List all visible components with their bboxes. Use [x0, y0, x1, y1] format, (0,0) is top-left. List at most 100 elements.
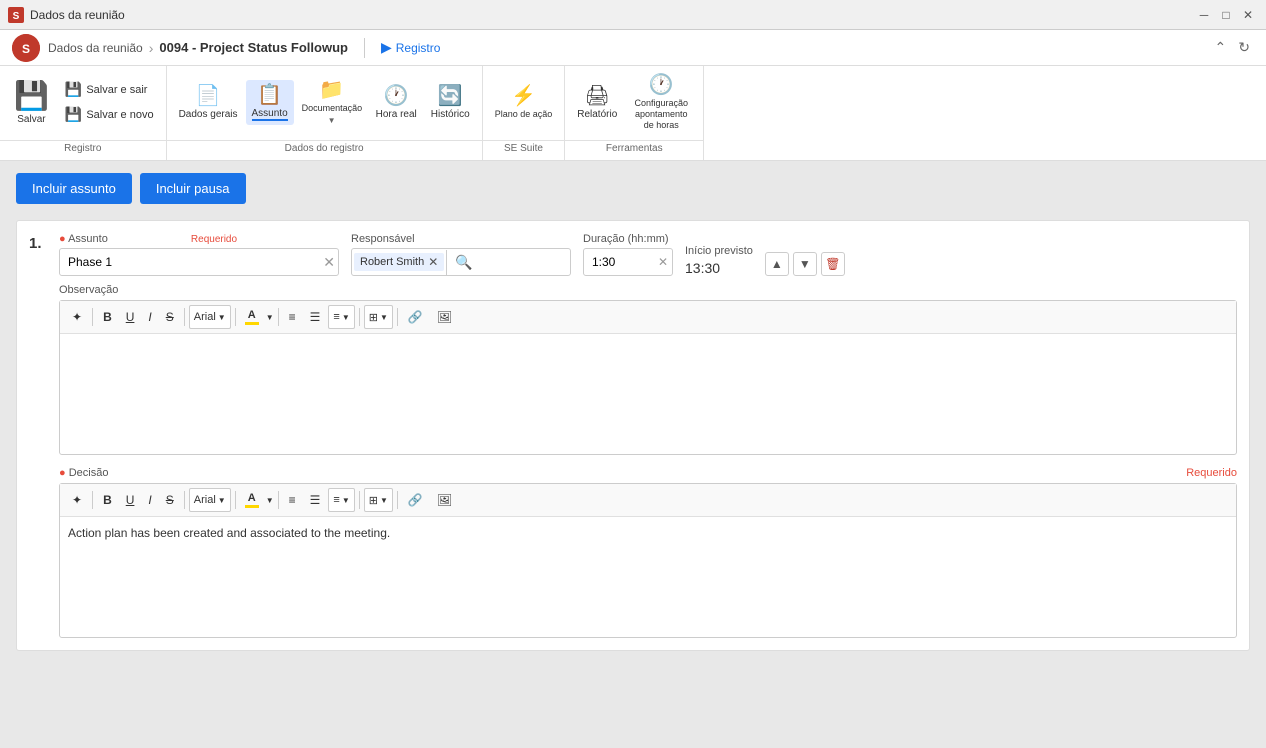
- toolbar-sep-4: [278, 308, 279, 326]
- responsavel-tag: Robert Smith ✕: [354, 253, 444, 271]
- ribbon-group-dados-label: Dados do registro: [167, 140, 482, 156]
- header-right-controls: ⌃ ↻: [1211, 35, 1254, 60]
- decisao-editor-body[interactable]: Action plan has been created and associa…: [60, 517, 1236, 637]
- decisao-toolbar-sep-4: [278, 491, 279, 509]
- breadcrumb-parent: Dados da reunião: [48, 41, 143, 55]
- text-color-arrow[interactable]: ▼: [266, 313, 274, 322]
- toolbar-magic-button[interactable]: ✦: [66, 305, 88, 329]
- assunto-clear-button[interactable]: ✕: [323, 254, 335, 271]
- decisao-table-icon: ⊞: [369, 494, 378, 507]
- decisao-toolbar-ol-button[interactable]: ☰: [304, 488, 327, 512]
- toolbar-image-button[interactable]: 🖼: [431, 305, 458, 329]
- decisao-table-arrow: ▼: [380, 496, 388, 505]
- ribbon-btn-configuracao[interactable]: 🕐 Configuração apontamento de horas: [625, 70, 697, 134]
- relatorio-icon: 🖨: [585, 85, 610, 107]
- app-logo: S: [12, 34, 40, 62]
- observacao-editor-body[interactable]: [60, 334, 1236, 454]
- decisao-toolbar-color-button[interactable]: A: [240, 488, 264, 512]
- toolbar-list-ol-button[interactable]: ☰: [304, 305, 327, 329]
- responsavel-search-button[interactable]: 🔍: [446, 250, 480, 275]
- toolbar-italic-button[interactable]: I: [142, 305, 157, 329]
- minimize-button[interactable]: ─: [1194, 5, 1214, 25]
- move-down-button[interactable]: ▼: [793, 252, 817, 276]
- ribbon-btn-salvar[interactable]: 💾 Salvar: [6, 75, 57, 129]
- registro-label: Registro: [396, 41, 441, 55]
- content-area: Incluir assunto Incluir pausa 1. ● Assun…: [0, 161, 1266, 748]
- observacao-label: Observação: [59, 284, 1237, 296]
- app-header: S Dados da reunião › 0094 - Project Stat…: [0, 30, 1266, 66]
- responsavel-remove-button[interactable]: ✕: [428, 255, 438, 269]
- decisao-required-label: Requerido: [1186, 467, 1237, 479]
- inicio-field-group: Início previsto 13:30: [685, 245, 753, 276]
- toolbar-bold-button[interactable]: B: [97, 305, 118, 329]
- decisao-toolbar-bold-button[interactable]: B: [97, 488, 118, 512]
- decisao-toolbar-link-button[interactable]: 🔗: [402, 488, 429, 512]
- assunto-label: Assunto: [252, 108, 288, 121]
- save-icon: 💾: [14, 79, 49, 112]
- assunto-input[interactable]: [59, 248, 339, 276]
- font-dropdown-arrow: ▼: [218, 313, 226, 322]
- decisao-toolbar-strike-button[interactable]: S: [160, 488, 180, 512]
- play-icon: ▶: [381, 39, 392, 56]
- registro-link[interactable]: ▶ Registro: [381, 39, 440, 56]
- decisao-color-bar: [245, 505, 259, 508]
- decisao-toolbar-italic-button[interactable]: I: [142, 488, 157, 512]
- decisao-editor: ✦ B U I S Arial ▼: [59, 483, 1237, 638]
- responsavel-name: Robert Smith: [360, 256, 424, 268]
- incluir-pausa-button[interactable]: Incluir pausa: [140, 173, 246, 204]
- title-bar: S Dados da reunião ─ □ ✕: [0, 0, 1266, 30]
- decisao-toolbar-underline-button[interactable]: U: [120, 488, 141, 512]
- ribbon: 💾 Salvar 💾 Salvar e sair 💾 Salvar e novo…: [0, 66, 1266, 161]
- toolbar-align-dropdown[interactable]: ≡ ▼: [328, 305, 354, 329]
- ribbon-btn-relatorio[interactable]: 🖨 Relatório: [571, 81, 623, 124]
- ribbon-btn-plano-de-acao[interactable]: ⚡ Plano de ação: [489, 81, 559, 124]
- svg-text:S: S: [22, 42, 30, 56]
- ribbon-btn-salvar-e-novo[interactable]: 💾 Salvar e novo: [59, 103, 160, 126]
- decisao-toolbar-image-button[interactable]: 🖼: [431, 488, 458, 512]
- decisao-toolbar-align-dropdown[interactable]: ≡ ▼: [328, 488, 354, 512]
- toolbar-table-dropdown[interactable]: ⊞ ▼: [364, 305, 393, 329]
- duracao-clear-button[interactable]: ✕: [654, 255, 672, 269]
- decisao-toolbar-ul-button[interactable]: ≡: [283, 488, 302, 512]
- nav-up-button[interactable]: ⌃: [1211, 35, 1231, 60]
- ribbon-btn-documentacao[interactable]: 📁 Documentação ▼: [296, 75, 368, 129]
- ribbon-btn-dados-gerais[interactable]: 📄 Dados gerais: [173, 81, 244, 124]
- ribbon-group-ferramentas: 🖨 Relatório 🕐 Configuração apontamento d…: [565, 66, 704, 160]
- ribbon-btn-assunto[interactable]: 📋 Assunto: [246, 80, 294, 125]
- ribbon-group-registro-label: Registro: [0, 140, 166, 156]
- decisao-color-arrow[interactable]: ▼: [266, 496, 274, 505]
- decisao-toolbar-sep-3: [235, 491, 236, 509]
- duracao-field-label: Duração (hh:mm): [583, 233, 669, 245]
- toolbar-font-dropdown[interactable]: Arial ▼: [189, 305, 231, 329]
- save-label: Salvar: [17, 114, 45, 125]
- ribbon-btn-historico[interactable]: 🔄 Histórico: [425, 81, 476, 124]
- decisao-required-dot: ●: [59, 467, 69, 479]
- refresh-button[interactable]: ↻: [1234, 35, 1254, 60]
- assunto-required-dot: ●: [59, 233, 68, 245]
- duracao-field-group: Duração (hh:mm) ✕: [583, 233, 673, 276]
- toolbar-strikethrough-button[interactable]: S: [160, 305, 180, 329]
- decisao-text: Action plan has been created and associa…: [68, 526, 390, 540]
- toolbar-underline-button[interactable]: U: [120, 305, 141, 329]
- decisao-toolbar-table-dropdown[interactable]: ⊞ ▼: [364, 488, 393, 512]
- toolbar-text-color-button[interactable]: A: [240, 305, 264, 329]
- decisao-toolbar-font-dropdown[interactable]: Arial ▼: [189, 488, 231, 512]
- ribbon-btn-salvar-e-sair[interactable]: 💾 Salvar e sair: [59, 78, 160, 101]
- ribbon-group-dados: 📄 Dados gerais 📋 Assunto 📁 Documentação …: [167, 66, 483, 160]
- ribbon-btn-hora-real[interactable]: 🕐 Hora real: [370, 81, 423, 124]
- delete-button[interactable]: 🗑: [821, 252, 845, 276]
- item-controls: ▲ ▼ 🗑: [765, 252, 845, 276]
- observacao-editor: ✦ B U I S Arial ▼: [59, 300, 1237, 455]
- close-button[interactable]: ✕: [1238, 5, 1258, 25]
- historico-label: Histórico: [431, 109, 470, 120]
- decisao-toolbar-magic-button[interactable]: ✦: [66, 488, 88, 512]
- incluir-assunto-button[interactable]: Incluir assunto: [16, 173, 132, 204]
- toolbar-sep-6: [397, 308, 398, 326]
- move-up-button[interactable]: ▲: [765, 252, 789, 276]
- toolbar-list-ul-button[interactable]: ≡: [283, 305, 302, 329]
- toolbar-link-button[interactable]: 🔗: [402, 305, 429, 329]
- plano-acao-label: Plano de ação: [495, 109, 553, 120]
- ribbon-group-registro: 💾 Salvar 💾 Salvar e sair 💾 Salvar e novo…: [0, 66, 167, 160]
- duracao-input[interactable]: [584, 251, 654, 273]
- maximize-button[interactable]: □: [1216, 5, 1236, 25]
